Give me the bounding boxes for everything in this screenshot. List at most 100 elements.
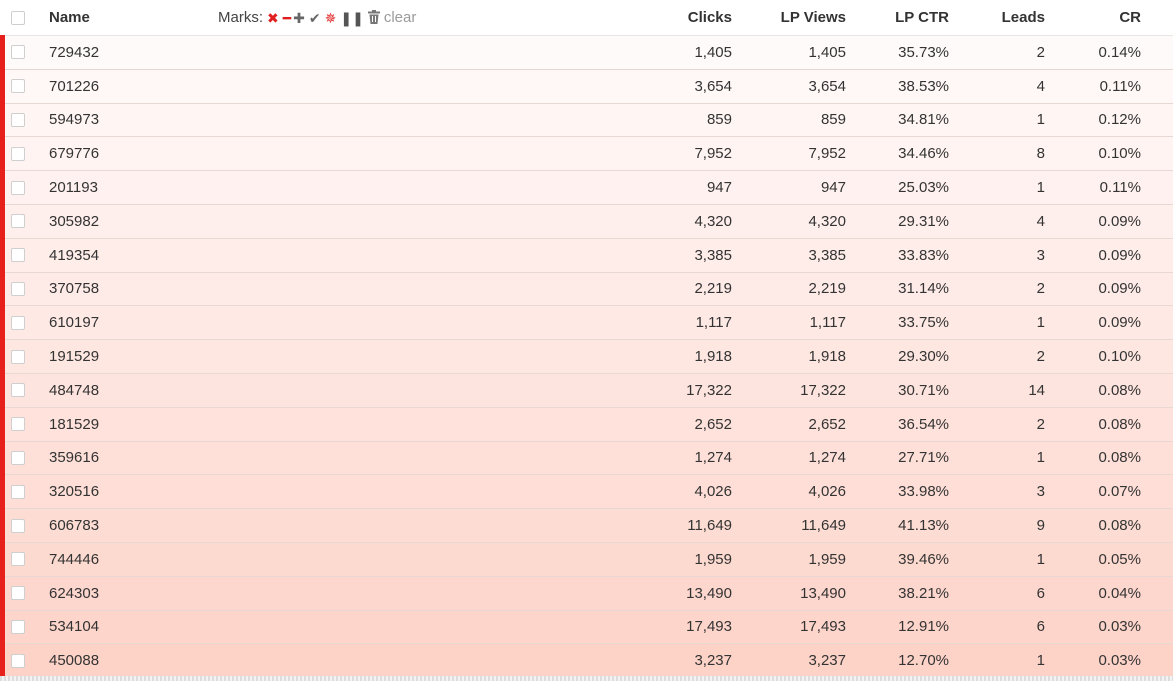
row-lp-ctr: 34.81% bbox=[898, 111, 949, 129]
table-header: Name Marks: ✖ ━ ✚ ✔ ✵ ❚❚ clear Clicks LP… bbox=[0, 0, 1173, 36]
select-all-checkbox[interactable] bbox=[11, 10, 25, 25]
cr-column-header[interactable]: CR bbox=[1055, 0, 1141, 35]
row-clicks: 1,274 bbox=[694, 449, 732, 467]
table-row[interactable]: 181529 2,652 2,652 36.54% 2 0.08% bbox=[0, 407, 1173, 442]
row-select-cell bbox=[11, 543, 27, 576]
row-checkbox[interactable] bbox=[11, 214, 25, 229]
row-checkbox[interactable] bbox=[11, 349, 25, 364]
row-checkbox[interactable] bbox=[11, 45, 25, 60]
table-row[interactable]: 419354 3,385 3,385 33.83% 3 0.09% bbox=[0, 238, 1173, 273]
row-checkbox[interactable] bbox=[11, 552, 25, 567]
row-clicks: 11,649 bbox=[687, 517, 732, 535]
row-cr: 0.09% bbox=[1098, 280, 1141, 298]
x-icon[interactable]: ✖ bbox=[267, 11, 279, 25]
row-checkbox[interactable] bbox=[11, 146, 25, 161]
row-lp-ctr: 33.83% bbox=[898, 246, 949, 264]
row-name: 744446 bbox=[49, 550, 100, 568]
row-leads: 3 bbox=[1036, 483, 1045, 501]
table-row[interactable]: 679776 7,952 7,952 34.46% 8 0.10% bbox=[0, 137, 1173, 172]
clicks-column-header[interactable]: Clicks bbox=[600, 0, 732, 35]
row-name: 610197 bbox=[49, 314, 100, 332]
row-name: 594973 bbox=[49, 111, 100, 129]
row-name: 679776 bbox=[49, 145, 100, 163]
row-lp-views: 1,918 bbox=[808, 348, 846, 366]
table-row[interactable]: 320516 4,026 4,026 33.98% 3 0.07% bbox=[0, 475, 1173, 510]
table-row[interactable]: 305982 4,320 4,320 29.31% 4 0.09% bbox=[0, 204, 1173, 239]
table-row[interactable]: 701226 3,654 3,654 38.53% 4 0.11% bbox=[0, 69, 1173, 104]
minus-icon[interactable]: ━ bbox=[283, 11, 292, 25]
table-row[interactable]: 610197 1,117 1,117 33.75% 1 0.09% bbox=[0, 306, 1173, 341]
row-lp-ctr: 33.98% bbox=[898, 483, 949, 501]
row-select-cell bbox=[11, 509, 27, 542]
row-leads: 1 bbox=[1036, 652, 1045, 670]
row-lp-views: 2,219 bbox=[808, 280, 846, 298]
row-lp-views: 1,959 bbox=[808, 550, 846, 568]
table-row[interactable]: 729432 1,405 1,405 35.73% 2 0.14% bbox=[0, 36, 1173, 70]
table-row[interactable]: 744446 1,959 1,959 39.46% 1 0.05% bbox=[0, 542, 1173, 577]
clear-marks-link[interactable]: clear bbox=[384, 9, 417, 26]
table-row[interactable]: 450088 3,237 3,237 12.70% 1 0.03% bbox=[0, 644, 1173, 679]
row-checkbox[interactable] bbox=[11, 417, 25, 432]
row-checkbox[interactable] bbox=[11, 450, 25, 465]
row-checkbox[interactable] bbox=[11, 586, 25, 601]
name-column-header[interactable]: Name bbox=[49, 0, 209, 35]
row-leads: 2 bbox=[1036, 280, 1045, 298]
row-select-cell bbox=[11, 644, 27, 677]
table-row[interactable]: 594973 859 859 34.81% 1 0.12% bbox=[0, 103, 1173, 138]
table-row[interactable]: 624303 13,490 13,490 38.21% 6 0.04% bbox=[0, 576, 1173, 611]
row-lp-ctr: 30.71% bbox=[898, 381, 949, 399]
table-row[interactable]: 534104 17,493 17,493 12.91% 6 0.03% bbox=[0, 610, 1173, 645]
table-row[interactable]: 191529 1,918 1,918 29.30% 2 0.10% bbox=[0, 340, 1173, 374]
table-row[interactable]: 359616 1,274 1,274 27.71% 1 0.08% bbox=[0, 441, 1173, 476]
row-checkbox[interactable] bbox=[11, 315, 25, 330]
table-row[interactable]: 484748 17,322 17,322 30.71% 14 0.08% bbox=[0, 373, 1173, 408]
row-clicks: 17,493 bbox=[686, 618, 732, 636]
trash-icon[interactable] bbox=[367, 9, 380, 26]
row-name: 370758 bbox=[49, 280, 100, 298]
leads-column-header[interactable]: Leads bbox=[960, 0, 1045, 35]
row-name: 191529 bbox=[49, 348, 100, 366]
row-checkbox[interactable] bbox=[11, 248, 25, 263]
row-checkbox[interactable] bbox=[11, 484, 25, 499]
row-select-cell bbox=[11, 239, 27, 272]
row-lp-views: 1,117 bbox=[809, 314, 846, 332]
row-leads: 3 bbox=[1036, 246, 1045, 264]
row-clicks: 1,405 bbox=[694, 43, 732, 61]
row-leads: 4 bbox=[1036, 212, 1045, 230]
table-row[interactable]: 606783 11,649 11,649 41.13% 9 0.08% bbox=[0, 509, 1173, 543]
row-checkbox[interactable] bbox=[11, 653, 25, 668]
row-checkbox[interactable] bbox=[11, 180, 25, 195]
row-checkbox[interactable] bbox=[11, 619, 25, 634]
row-lp-ctr: 34.46% bbox=[898, 145, 949, 163]
row-select-cell bbox=[11, 442, 27, 475]
row-cr: 0.12% bbox=[1098, 111, 1141, 129]
row-cr: 0.08% bbox=[1098, 517, 1141, 535]
row-checkbox[interactable] bbox=[11, 112, 25, 127]
row-checkbox[interactable] bbox=[11, 281, 25, 296]
row-cr: 0.11% bbox=[1099, 77, 1141, 95]
row-checkbox[interactable] bbox=[11, 518, 25, 533]
lp-ctr-column-header[interactable]: LP CTR bbox=[855, 0, 949, 35]
row-name: 181529 bbox=[49, 415, 100, 433]
row-leads: 2 bbox=[1036, 43, 1045, 61]
lp-views-column-header[interactable]: LP Views bbox=[740, 0, 846, 35]
table-row[interactable]: 370758 2,219 2,219 31.14% 2 0.09% bbox=[0, 272, 1173, 307]
check-icon[interactable]: ✔ bbox=[309, 11, 321, 25]
row-checkbox[interactable] bbox=[11, 79, 25, 94]
row-leads: 1 bbox=[1036, 449, 1045, 467]
star-icon[interactable]: ✵ bbox=[325, 11, 337, 25]
row-lp-views: 13,490 bbox=[800, 584, 846, 602]
row-clicks: 3,237 bbox=[694, 652, 732, 670]
row-marker-bar bbox=[0, 35, 5, 676]
row-cr: 0.04% bbox=[1098, 584, 1141, 602]
row-leads: 1 bbox=[1036, 179, 1045, 197]
row-checkbox[interactable] bbox=[11, 383, 25, 398]
row-lp-ctr: 38.53% bbox=[898, 77, 949, 95]
row-name: 729432 bbox=[49, 43, 100, 61]
table-row[interactable]: 201193 947 947 25.03% 1 0.11% bbox=[0, 171, 1173, 205]
row-lp-ctr: 27.71% bbox=[898, 449, 949, 467]
campaign-table: Name Marks: ✖ ━ ✚ ✔ ✵ ❚❚ clear Clicks LP… bbox=[0, 0, 1173, 679]
pause-icon[interactable]: ❚❚ bbox=[340, 11, 363, 25]
row-lp-views: 7,952 bbox=[808, 145, 846, 163]
plus-icon[interactable]: ✚ bbox=[293, 11, 305, 25]
